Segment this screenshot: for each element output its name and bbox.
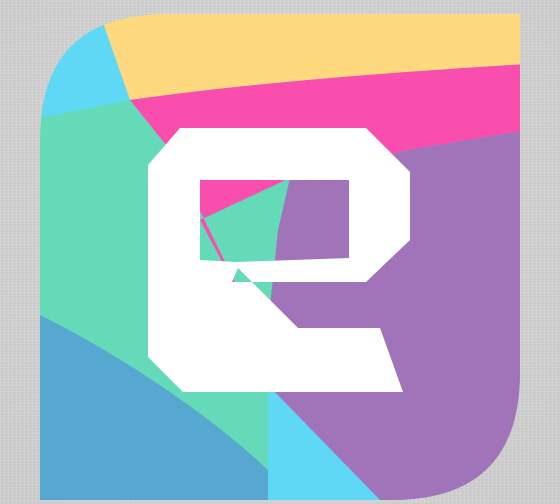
logo-glyph-text: e	[0, 0, 10, 4]
app-icon-canvas: e	[0, 0, 560, 500]
app-icon: e	[0, 0, 520, 500]
icon-shape	[40, 14, 520, 500]
cyan-top-region	[40, 14, 130, 120]
